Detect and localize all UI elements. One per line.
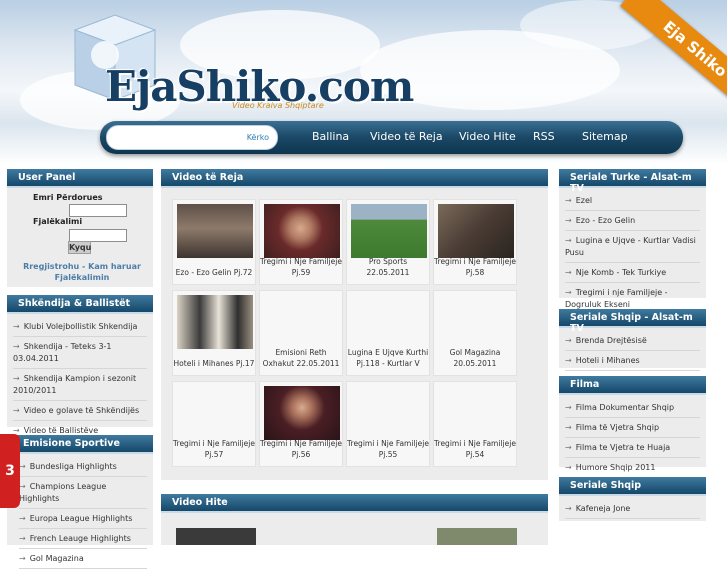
list-item[interactable]: → Ezo - Ezo Gelin — [565, 211, 700, 231]
register-link[interactable]: Rregjistrohu - Kam haruar Fjalëkalimin — [22, 261, 142, 283]
list-item[interactable]: → Bundesliga Highlights — [19, 457, 147, 477]
video-caption[interactable]: Tregimi i Nje Familjeje Pj.59 — [260, 256, 342, 278]
list-item[interactable]: → Kafeneja Jone — [565, 499, 700, 519]
video-thumbnail[interactable] — [437, 528, 517, 545]
video-caption[interactable]: Tregimi i Nje Familjeje Pj.57 — [173, 438, 255, 460]
turke-panel: Seriale Turke - Alsat-m TV → Ezel → Ezo - … — [559, 169, 706, 315]
list-item[interactable]: → Gol Magazina — [19, 549, 147, 569]
list-item[interactable]: → Lugina e Ujqve - Kurtlar Vadisi Pusu — [565, 231, 700, 263]
video-thumbnail[interactable] — [351, 204, 427, 258]
video-thumbnail[interactable] — [264, 386, 340, 440]
register-link-line2[interactable]: Fjalëkalimin — [55, 273, 110, 282]
username-label: Emri Përdorues — [33, 193, 103, 202]
list-item[interactable]: → Shkendija Kampion i sezonit 2010/2011 — [13, 369, 147, 401]
shqip-alsat-title: Seriale Shqip - Alsat-m TV — [559, 309, 706, 334]
video-thumbnail[interactable] — [176, 528, 256, 545]
nav-link-ballina[interactable]: Ballina — [312, 130, 349, 143]
turke-title: Seriale Turke - Alsat-m TV — [559, 169, 706, 194]
video-caption[interactable]: Ezo - Ezo Gelin Pj.72 — [173, 267, 255, 278]
list-item[interactable]: → Europa League Highlights — [19, 509, 147, 529]
video-reja-title: Video të Reja — [161, 169, 548, 188]
shkendija-panel: Shkëndija & Ballistët → Klubi Volejbollis… — [7, 295, 153, 441]
search-input[interactable]: Kërko — [106, 125, 278, 150]
list-item[interactable]: → Klubi Volejbollistik Shkendija — [13, 317, 147, 337]
shqip-alsat-panel: Seriale Shqip - Alsat-m TV → Brenda Drejt… — [559, 309, 706, 371]
list-item[interactable]: → Video e golave të Shkëndijës — [13, 401, 147, 421]
video-card[interactable]: Ezo - Ezo Gelin Pj.72 — [172, 199, 256, 285]
video-card[interactable]: Tregimi i Nje Familjeje Pj.55 — [346, 381, 430, 467]
list-item[interactable]: → Shkendija - Teteks 3-1 03.04.2011 — [13, 337, 147, 369]
filma-title: Filma — [559, 376, 706, 395]
seriale-shqip-panel: Seriale Shqip → Kafeneja Jone — [559, 477, 706, 521]
user-panel-title: User Panel — [7, 169, 153, 188]
list-item[interactable]: → Humore Shqip 2011 — [565, 458, 700, 478]
video-card[interactable]: Emisioni Reth Oxhakut 22.05.2011 — [259, 290, 343, 376]
filma-panel: Filma → Filma Dokumentar Shqip → Filma të … — [559, 376, 706, 478]
video-hite-title: Video Hite — [161, 494, 548, 513]
video-caption[interactable]: Tregimi i Nje Familjeje Pj.58 — [434, 256, 516, 278]
list-item[interactable]: → Ezel — [565, 191, 700, 211]
video-card[interactable]: Gol Magazina 20.05.2011 — [433, 290, 517, 376]
video-caption[interactable]: Gol Magazina 20.05.2011 — [434, 347, 516, 369]
list-item[interactable]: → Hoteli i Mihanes — [565, 351, 700, 371]
video-caption[interactable]: Tregimi i Nje Familjeje Pj.56 — [260, 438, 342, 460]
video-card[interactable]: Lugina E Ujqve Kurthi Pj.118 - Kurtlar V — [346, 290, 430, 376]
video-caption[interactable]: Tregimi i Nje Familjeje Pj.55 — [347, 438, 429, 460]
video-caption[interactable]: Tregimi i Nje Familjeje Pj.54 — [434, 438, 516, 460]
nav-link-video-hite[interactable]: Video Hite — [459, 130, 516, 143]
video-card[interactable]: Tregimi i Nje Familjeje Pj.57 — [172, 381, 256, 467]
nav-link-rss[interactable]: RSS — [533, 130, 555, 143]
corner-ribbon: Eja Shiko — [620, 0, 727, 116]
sportive-panel: Emisione Sportive → Bundesliga Highlights… — [7, 435, 153, 569]
video-card[interactable]: Tregimi i Nje Familjeje Pj.58 — [433, 199, 517, 285]
login-button[interactable]: Kyqu — [68, 241, 91, 254]
username-field[interactable] — [69, 204, 127, 217]
video-card[interactable]: Tregimi i Nje Familjeje Pj.59 — [259, 199, 343, 285]
video-card[interactable]: Pro Sports 22.05.2011 — [346, 199, 430, 285]
password-label: Fjalëkalimi — [33, 217, 83, 226]
video-thumbnail[interactable] — [438, 204, 514, 258]
video-thumbnail[interactable] — [264, 204, 340, 258]
video-card[interactable]: Hoteli i Mihanes Pj.17 — [172, 290, 256, 376]
site-tagline: Video Kraiva Shqiptare — [232, 101, 324, 110]
list-item[interactable]: → Brenda Drejtësisë — [565, 331, 700, 351]
register-link-line1[interactable]: Rregjistrohu - Kam haruar — [23, 262, 141, 271]
video-caption[interactable]: Emisioni Reth Oxhakut 22.05.2011 — [260, 347, 342, 369]
site-header: EjaShiko.com Video Kraiva Shqiptare Eja … — [0, 0, 727, 165]
video-caption[interactable]: Lugina E Ujqve Kurthi Pj.118 - Kurtlar V — [347, 347, 429, 369]
list-item[interactable]: → Nje Komb - Tek Turkiye — [565, 263, 700, 283]
video-card[interactable]: Tregimi i Nje Familjeje Pj.56 — [259, 381, 343, 467]
video-thumbnail[interactable] — [177, 204, 253, 258]
video-caption[interactable]: Pro Sports 22.05.2011 — [347, 256, 429, 278]
video-caption[interactable]: Hoteli i Mihanes Pj.17 — [173, 358, 255, 369]
side-tab[interactable]: 3 — [0, 434, 20, 508]
video-card[interactable]: Tregimi i Nje Familjeje Pj.54 — [433, 381, 517, 467]
seriale-shqip-title: Seriale Shqip — [559, 477, 706, 496]
list-item[interactable]: → Filma Dokumentar Shqip — [565, 398, 700, 418]
nav-link-sitemap[interactable]: Sitemap — [582, 130, 628, 143]
nav-link-video-te-reja[interactable]: Video të Reja — [370, 130, 443, 143]
search-button[interactable]: Kërko — [247, 133, 269, 142]
list-item[interactable]: → Champions League Highlights — [19, 477, 147, 509]
list-item[interactable]: → Filma te Vjetra te Huaja — [565, 438, 700, 458]
list-item[interactable]: → French Leauge Highlights — [19, 529, 147, 549]
video-thumbnail[interactable] — [177, 295, 253, 349]
list-item[interactable]: → Filma të Vjetra Shqip — [565, 418, 700, 438]
main-navbar: Kërko Ballina Video të Reja Video Hite R… — [100, 121, 683, 154]
shkendija-title: Shkëndija & Ballistët — [7, 295, 153, 314]
sportive-title: Emisione Sportive — [7, 435, 153, 454]
